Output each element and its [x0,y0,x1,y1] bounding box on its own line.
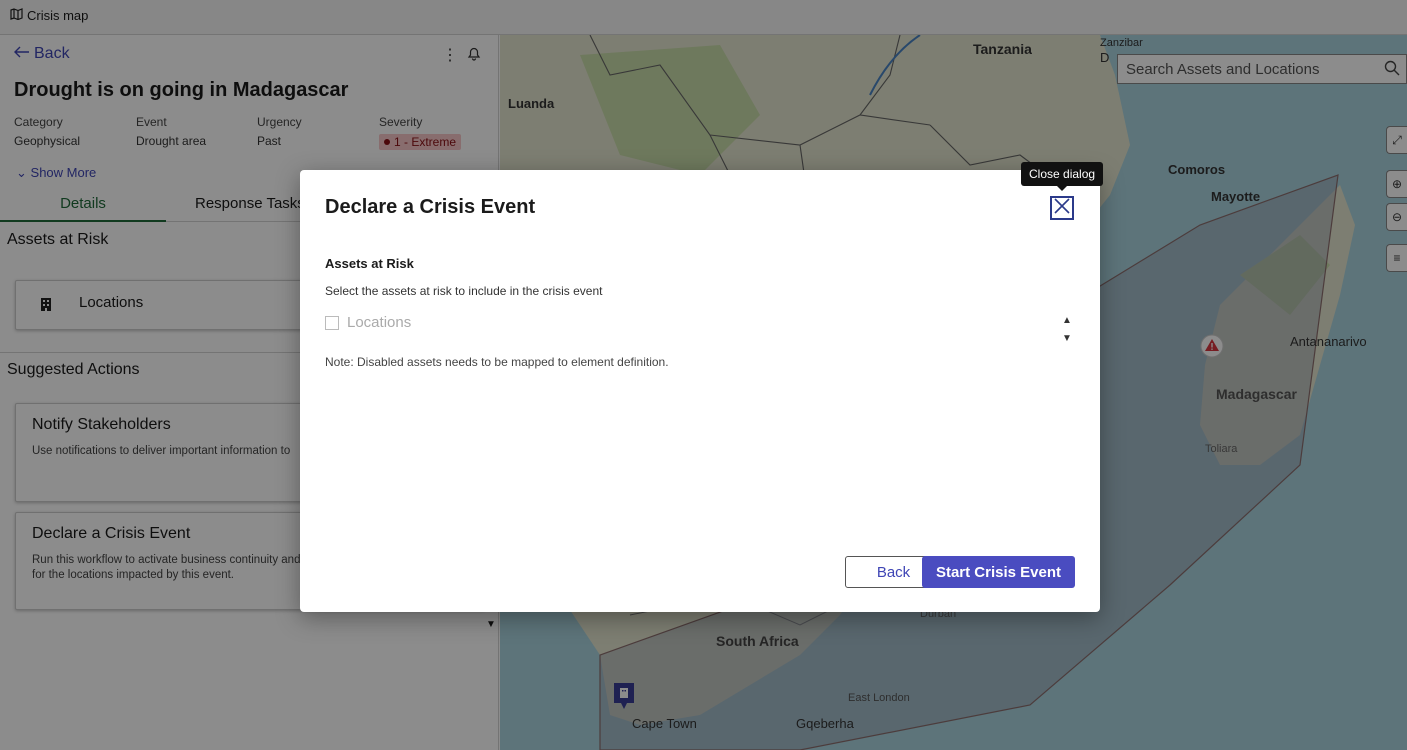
locations-checkbox [325,315,339,330]
close-dialog-button[interactable] [1050,196,1074,220]
locations-option: Locations [325,314,411,331]
reorder-stepper[interactable]: ▲ ▼ [1062,312,1072,348]
caret-up-icon[interactable]: ▲ [1062,312,1072,330]
locations-option-label: Locations [347,314,412,331]
dialog-note: Note: Disabled assets needs to be mapped… [325,355,669,369]
dialog-title: Declare a Crisis Event [325,196,536,218]
close-dialog-tooltip: Close dialog [1021,162,1104,191]
declare-crisis-dialog: Declare a Crisis Event Assets at Risk Se… [300,170,1100,612]
start-crisis-event-button[interactable]: Start Crisis Event [922,556,1075,588]
dialog-section-desc: Select the assets at risk to include in … [325,284,603,298]
dialog-section-heading: Assets at Risk [325,256,414,271]
close-icon [1054,197,1070,219]
caret-down-icon[interactable]: ▼ [1062,330,1072,348]
